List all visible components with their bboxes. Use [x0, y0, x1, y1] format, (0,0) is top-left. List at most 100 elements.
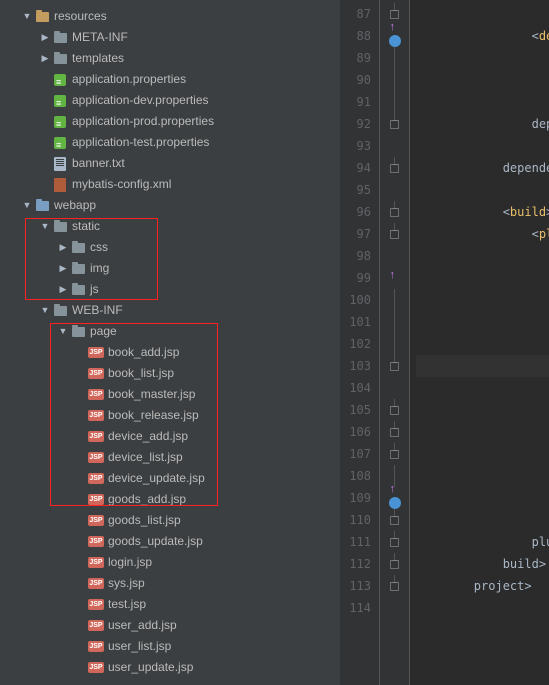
- tree-item-mybatis-config-xml[interactable]: ▶mybatis-config.xml: [0, 174, 340, 195]
- jsp-file-icon: JSP: [88, 534, 104, 550]
- tree-item-webapp[interactable]: ▼webapp: [0, 195, 340, 216]
- fold-gutter: [380, 179, 409, 201]
- folder-icon: [70, 261, 86, 277]
- tree-item-resources[interactable]: ▼resources: [0, 6, 340, 27]
- tree-item-label: book_master.jsp: [108, 384, 195, 405]
- tree-item-application-prod-properties[interactable]: ▶application-prod.properties: [0, 111, 340, 132]
- chevron-right-icon[interactable]: ▶: [58, 258, 68, 279]
- fold-gutter: [380, 333, 409, 355]
- tree-item-user_list-jsp[interactable]: ▶JSPuser_list.jsp: [0, 636, 340, 657]
- line-number: 93: [340, 135, 379, 157]
- tree-item-img[interactable]: ▶img: [0, 258, 340, 279]
- code-line[interactable]: <a: [416, 311, 549, 333]
- tree-item-sys-jsp[interactable]: ▶JSPsys.jsp: [0, 573, 340, 594]
- tree-item-book_add-jsp[interactable]: ▶JSPbook_add.jsp: [0, 342, 340, 363]
- line-number: 114: [340, 597, 379, 619]
- chevron-right-icon[interactable]: ▶: [40, 27, 50, 48]
- tree-item-book_master-jsp[interactable]: ▶JSPbook_master.jsp: [0, 384, 340, 405]
- code-line[interactable]: [416, 135, 549, 157]
- project-tree[interactable]: ▼resources▶META-INF▶templates▶applicatio…: [0, 0, 340, 685]
- tree-item-css[interactable]: ▶css: [0, 237, 340, 258]
- tree-item-login-jsp[interactable]: ▶JSPlogin.jsp: [0, 552, 340, 573]
- override-marker-icon: [380, 487, 409, 509]
- tree-item-templates[interactable]: ▶templates: [0, 48, 340, 69]
- code-line[interactable]: <plugi: [416, 267, 549, 289]
- line-number: 97: [340, 223, 379, 245]
- folder-icon: [52, 30, 68, 46]
- tree-item-application-test-properties[interactable]: ▶application-test.properties: [0, 132, 340, 153]
- code-line[interactable]: <build>: [416, 201, 549, 223]
- chevron-right-icon[interactable]: ▶: [58, 237, 68, 258]
- line-number: 94: [340, 157, 379, 179]
- tree-item-banner-txt[interactable]: ▶banner.txt: [0, 153, 340, 174]
- chevron-down-icon[interactable]: ▼: [22, 195, 32, 216]
- tree-item-book_release-jsp[interactable]: ▶JSPbook_release.jsp: [0, 405, 340, 426]
- code-line[interactable]: [416, 377, 549, 399]
- tree-item-label: banner.txt: [72, 153, 125, 174]
- line-number: 101: [340, 311, 379, 333]
- tree-item-js[interactable]: ▶js: [0, 279, 340, 300]
- code-line[interactable]: [416, 245, 549, 267]
- tree-item-label: goods_update.jsp: [108, 531, 203, 552]
- tree-item-goods_update-jsp[interactable]: ▶JSPgoods_update.jsp: [0, 531, 340, 552]
- tree-item-test-jsp[interactable]: ▶JSPtest.jsp: [0, 594, 340, 615]
- tree-item-user_add-jsp[interactable]: ▶JSPuser_add.jsp: [0, 615, 340, 636]
- tree-item-application-properties[interactable]: ▶application.properties: [0, 69, 340, 90]
- jsp-file-icon: JSP: [88, 492, 104, 508]
- code-editor[interactable]: 8788899091929394959697989910010110210310…: [340, 0, 549, 685]
- line-number: 110: [340, 509, 379, 531]
- chevron-down-icon[interactable]: ▼: [58, 321, 68, 342]
- resources-folder-icon: [34, 9, 50, 25]
- line-number: 87: [340, 3, 379, 25]
- code-line[interactable]: [416, 399, 549, 421]
- line-number: 112: [340, 553, 379, 575]
- code-line[interactable]: plug: [416, 421, 549, 443]
- code-line[interactable]: <a: [416, 465, 549, 487]
- tree-item-label: book_add.jsp: [108, 342, 179, 363]
- tree-item-page[interactable]: ▼page: [0, 321, 340, 342]
- code-line[interactable]: <group: [416, 47, 549, 69]
- tree-item-book_list-jsp[interactable]: ▶JSPbook_list.jsp: [0, 363, 340, 384]
- code-line[interactable]: <v: [416, 333, 549, 355]
- chevron-down-icon[interactable]: ▼: [40, 216, 50, 237]
- tree-item-device_add-jsp[interactable]: ▶JSPdevice_add.jsp: [0, 426, 340, 447]
- code-line[interactable]: [416, 355, 549, 377]
- code-line[interactable]: dependenc: [416, 113, 549, 135]
- code-line[interactable]: build>: [416, 553, 549, 575]
- code-content[interactable]: dependenc <dependenc <group <artif <scop…: [410, 0, 549, 685]
- code-line[interactable]: plug: [416, 509, 549, 531]
- tree-item-static[interactable]: ▼static: [0, 216, 340, 237]
- tree-item-WEB-INF[interactable]: ▼WEB-INF: [0, 300, 340, 321]
- code-line[interactable]: dependencies: [416, 157, 549, 179]
- code-line[interactable]: project>: [416, 575, 549, 597]
- folder-icon: [70, 240, 86, 256]
- tree-item-goods_list-jsp[interactable]: ▶JSPgoods_list.jsp: [0, 510, 340, 531]
- code-line[interactable]: <dependenc: [416, 25, 549, 47]
- fold-gutter: [380, 157, 409, 179]
- code-line[interactable]: <a: [416, 487, 549, 509]
- tree-item-META-INF[interactable]: ▶META-INF: [0, 27, 340, 48]
- chevron-right-icon[interactable]: ▶: [58, 279, 68, 300]
- code-line[interactable]: <plugins>: [416, 223, 549, 245]
- chevron-down-icon[interactable]: ▼: [40, 300, 50, 321]
- tree-item-device_update-jsp[interactable]: ▶JSPdevice_update.jsp: [0, 468, 340, 489]
- tree-item-device_list-jsp[interactable]: ▶JSPdevice_list.jsp: [0, 447, 340, 468]
- code-line[interactable]: <g: [416, 289, 549, 311]
- chevron-right-icon[interactable]: ▶: [40, 48, 50, 69]
- code-line[interactable]: <scope: [416, 91, 549, 113]
- fold-gutter: [380, 355, 409, 377]
- tree-item-user_update-jsp[interactable]: ▶JSPuser_update.jsp: [0, 657, 340, 678]
- code-line[interactable]: <artif: [416, 69, 549, 91]
- fold-gutter: [380, 443, 409, 465]
- code-line[interactable]: <plugi: [416, 443, 549, 465]
- code-line[interactable]: [416, 179, 549, 201]
- code-line[interactable]: dependenc: [416, 3, 549, 25]
- tree-item-goods_add-jsp[interactable]: ▶JSPgoods_add.jsp: [0, 489, 340, 510]
- code-line[interactable]: [416, 597, 549, 619]
- chevron-down-icon[interactable]: ▼: [22, 6, 32, 27]
- jsp-file-icon: JSP: [88, 639, 104, 655]
- override-marker-icon: [380, 267, 409, 289]
- code-line[interactable]: plugins>: [416, 531, 549, 553]
- tree-item-application-dev-properties[interactable]: ▶application-dev.properties: [0, 90, 340, 111]
- marker-gutter: [380, 0, 410, 685]
